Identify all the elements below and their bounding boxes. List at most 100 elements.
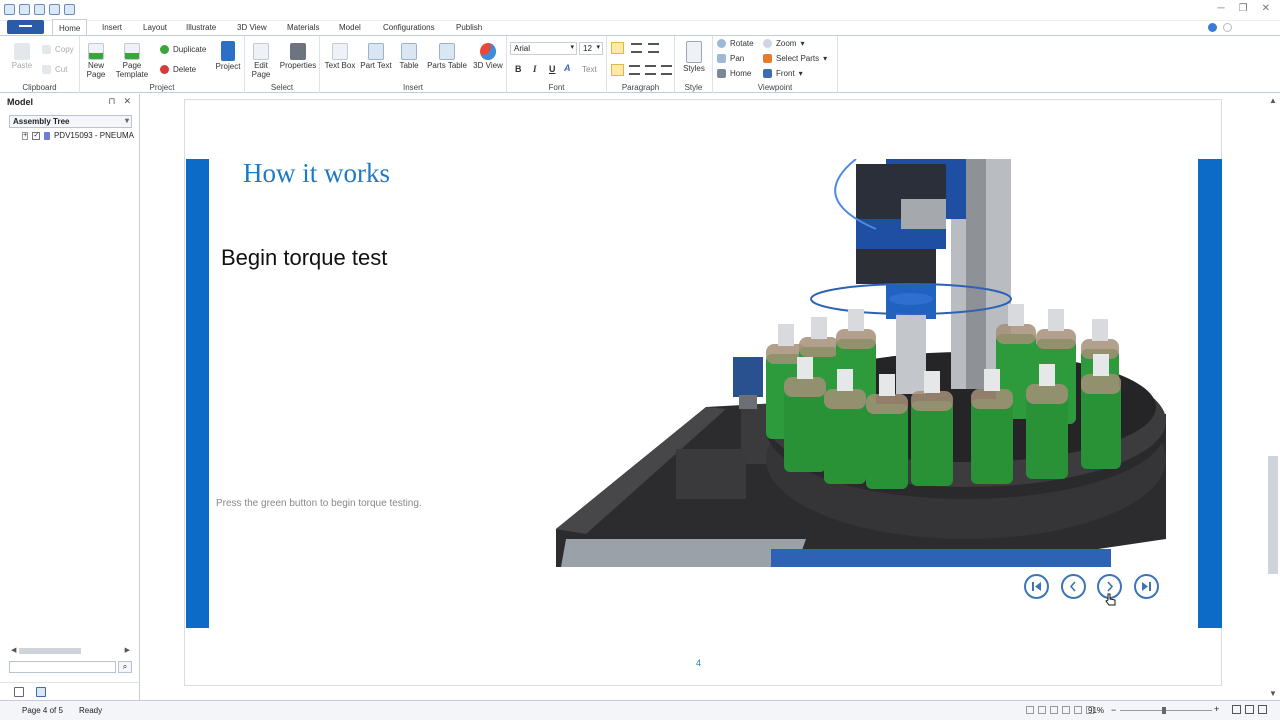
font-size-select[interactable]: 12 ▾ bbox=[579, 42, 603, 55]
rotate-button[interactable]: Rotate bbox=[717, 39, 754, 48]
visibility-checkbox[interactable]: ✓ bbox=[32, 131, 41, 140]
assembly-icon bbox=[44, 131, 50, 140]
zoom-in-icon[interactable]: + bbox=[1214, 704, 1219, 714]
search-icon[interactable]: ⌕ bbox=[118, 661, 132, 673]
font-group-label: Font bbox=[548, 83, 565, 92]
undo-icon[interactable] bbox=[34, 4, 45, 15]
tree-item[interactable]: + ✓ PDV15093 - PNEUMA bbox=[22, 131, 134, 140]
align-right-icon[interactable] bbox=[645, 65, 656, 75]
properties-button[interactable]: Properties bbox=[279, 43, 317, 70]
front-view-button[interactable]: Front ▾ bbox=[763, 69, 803, 78]
pane-close-icon[interactable]: ✕ bbox=[123, 96, 131, 107]
last-page-button[interactable] bbox=[1134, 574, 1159, 599]
styles-button[interactable]: Styles bbox=[680, 41, 708, 73]
previous-page-button[interactable] bbox=[1061, 574, 1086, 599]
tree-horizontal-scrollbar[interactable]: ◀ ▶ bbox=[9, 646, 132, 656]
pin-icon[interactable]: ⊓ bbox=[108, 96, 115, 107]
fit-page-icon[interactable] bbox=[1232, 705, 1241, 714]
bullets-icon[interactable] bbox=[611, 42, 624, 54]
fit-height-icon[interactable] bbox=[1258, 705, 1267, 714]
document-page: How it works Begin torque test Press the… bbox=[184, 99, 1222, 686]
scroll-thumb[interactable] bbox=[1268, 456, 1278, 574]
align-left-icon[interactable] bbox=[611, 64, 624, 76]
cut-button[interactable]: Cut bbox=[42, 65, 67, 74]
part-text-button[interactable]: Part Text bbox=[360, 43, 392, 70]
instruction-note[interactable]: Press the green button to begin torque t… bbox=[216, 498, 422, 509]
tab-publish[interactable]: Publish bbox=[450, 22, 488, 33]
page-subheading[interactable]: Begin torque test bbox=[221, 245, 387, 271]
home-view-button[interactable]: Home bbox=[717, 69, 751, 78]
restore-icon[interactable]: ❐ bbox=[1239, 3, 1248, 14]
project-button[interactable]: Project bbox=[215, 41, 241, 71]
zoom-out-icon[interactable]: − bbox=[1111, 705, 1116, 715]
parts-table-button[interactable]: Parts Table bbox=[426, 43, 468, 70]
tab-configurations[interactable]: Configurations bbox=[377, 22, 441, 33]
tab-insert[interactable]: Insert bbox=[96, 22, 128, 33]
font-name-select[interactable]: Arial ▾ bbox=[510, 42, 577, 55]
3d-model-viewport[interactable] bbox=[556, 159, 1166, 567]
fit-width-icon[interactable] bbox=[1245, 705, 1254, 714]
outline-view-icon[interactable] bbox=[1062, 706, 1070, 714]
first-page-button[interactable] bbox=[1024, 574, 1049, 599]
pan-button[interactable]: Pan bbox=[717, 54, 744, 63]
assembly-tree-select[interactable]: Assembly Tree bbox=[9, 115, 132, 128]
layout-view-icon[interactable] bbox=[1038, 706, 1046, 714]
scroll-down-icon[interactable]: ▼ bbox=[1269, 689, 1277, 698]
scroll-right-icon[interactable]: ▶ bbox=[125, 646, 130, 654]
delete-button[interactable]: Delete bbox=[160, 65, 196, 74]
italic-button[interactable]: I bbox=[533, 64, 537, 74]
document-vertical-scrollbar[interactable]: ▲ ▼ bbox=[1266, 94, 1280, 700]
view-mode-buttons bbox=[1026, 706, 1094, 714]
tab-materials[interactable]: Materials bbox=[281, 22, 325, 33]
zoom-slider[interactable] bbox=[1120, 707, 1212, 714]
copy-label: Copy bbox=[55, 45, 74, 54]
paste-button[interactable]: Paste bbox=[10, 43, 34, 70]
save-icon[interactable] bbox=[19, 4, 30, 15]
grid-view-icon[interactable] bbox=[1050, 706, 1058, 714]
zoom-button[interactable]: Zoom ▾ bbox=[763, 39, 804, 48]
help-icon[interactable] bbox=[1208, 23, 1217, 32]
edit-page-label: Edit bbox=[254, 61, 268, 70]
bold-button[interactable]: B bbox=[515, 64, 522, 74]
zoom-level[interactable]: 91% bbox=[1088, 706, 1104, 715]
tab-3d-view[interactable]: 3D View bbox=[231, 22, 273, 33]
text-box-button[interactable]: Text Box bbox=[324, 43, 356, 70]
expand-icon[interactable]: + bbox=[22, 131, 29, 140]
print-icon[interactable] bbox=[64, 4, 75, 15]
text-color-button[interactable]: Text bbox=[582, 65, 597, 74]
tab-model[interactable]: Model bbox=[333, 22, 367, 33]
tree-view-icon[interactable] bbox=[36, 687, 46, 697]
scroll-up-icon[interactable]: ▲ bbox=[1269, 96, 1277, 105]
page-template-button[interactable]: Page Template bbox=[114, 43, 150, 79]
options-icon[interactable] bbox=[1223, 23, 1232, 32]
numbering-icon[interactable] bbox=[631, 43, 642, 53]
copy-button[interactable]: Copy bbox=[42, 45, 74, 54]
new-page-button[interactable]: New Page bbox=[84, 43, 108, 79]
scroll-left-icon[interactable]: ◀ bbox=[11, 646, 16, 654]
reading-view-icon[interactable] bbox=[1074, 706, 1082, 714]
page-template-icon bbox=[124, 43, 140, 60]
normal-view-icon[interactable] bbox=[1026, 706, 1034, 714]
edit-page-button[interactable]: Edit Page bbox=[249, 43, 273, 79]
list-view-icon[interactable] bbox=[14, 687, 24, 697]
page-heading[interactable]: How it works bbox=[243, 158, 390, 189]
minimize-icon[interactable]: ─ bbox=[1218, 3, 1225, 14]
file-menu-button[interactable] bbox=[7, 20, 44, 34]
align-center-icon[interactable] bbox=[629, 65, 640, 75]
underline-button[interactable]: U bbox=[549, 64, 556, 74]
indent-icon[interactable] bbox=[648, 43, 659, 53]
close-icon[interactable]: ✕ bbox=[1262, 3, 1270, 14]
tab-illustrate[interactable]: Illustrate bbox=[180, 22, 222, 33]
tab-home[interactable]: Home bbox=[52, 19, 88, 35]
tree-search-input[interactable] bbox=[9, 661, 116, 673]
new-page-label: New bbox=[87, 61, 104, 70]
text-effects-icon[interactable]: A bbox=[564, 63, 571, 73]
table-button[interactable]: Table bbox=[396, 43, 422, 70]
duplicate-button[interactable]: Duplicate bbox=[160, 45, 206, 54]
select-parts-button[interactable]: Select Parts ▾ bbox=[763, 54, 827, 63]
scroll-thumb[interactable] bbox=[19, 648, 81, 654]
redo-icon[interactable] bbox=[49, 4, 60, 15]
justify-icon[interactable] bbox=[661, 65, 672, 75]
tab-layout[interactable]: Layout bbox=[137, 22, 173, 33]
3d-view-button[interactable]: 3D View bbox=[471, 43, 505, 70]
